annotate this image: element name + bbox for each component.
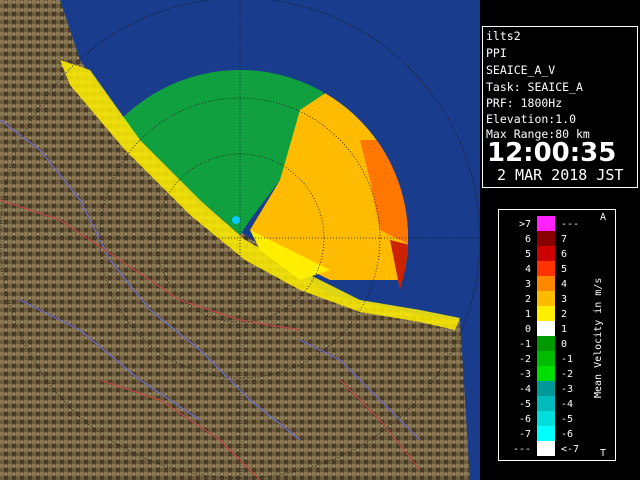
legend-left-label: -2 bbox=[519, 354, 531, 365]
legend-swatch bbox=[537, 336, 555, 351]
scan-time: 12:00:35 bbox=[487, 138, 617, 168]
legend-right-label: -5 bbox=[561, 414, 573, 425]
legend-right-label: 5 bbox=[561, 264, 567, 275]
legend-swatch bbox=[537, 291, 555, 306]
legend-left-label: 3 bbox=[525, 279, 531, 290]
legend-left-label: 1 bbox=[525, 309, 531, 320]
legend-right-label: 3 bbox=[561, 294, 567, 305]
task-name: Task: SEAICE_A bbox=[486, 80, 583, 94]
legend-right-label: -3 bbox=[561, 384, 573, 395]
legend-left-label: 5 bbox=[525, 249, 531, 260]
legend-swatch bbox=[537, 426, 555, 441]
legend-swatch bbox=[537, 381, 555, 396]
legend-left-label: -3 bbox=[519, 369, 531, 380]
legend-left-label: --- bbox=[513, 444, 531, 455]
legend-left-label: 6 bbox=[525, 234, 531, 245]
legend-swatch bbox=[537, 276, 555, 291]
legend-right-label: 0 bbox=[561, 339, 567, 350]
elevation-value: Elevation:1.0 bbox=[486, 112, 577, 126]
legend-right-label: --- bbox=[561, 219, 579, 230]
legend-swatch bbox=[537, 351, 555, 366]
legend-right-label: 7 bbox=[561, 234, 567, 245]
legend-left-label: -1 bbox=[519, 339, 531, 350]
legend-left-label: -7 bbox=[519, 429, 531, 440]
scan-name: SEAICE_A_V bbox=[486, 63, 556, 77]
legend-swatch bbox=[537, 366, 555, 381]
legend-swatch bbox=[537, 231, 555, 246]
legend-right-label: 2 bbox=[561, 309, 567, 320]
scan-date: 2 MAR 2018 JST bbox=[497, 166, 624, 184]
legend-right-label: 6 bbox=[561, 249, 567, 260]
legend-swatch bbox=[537, 261, 555, 276]
radar-site-marker bbox=[232, 216, 240, 224]
legend-left-label: 2 bbox=[525, 294, 531, 305]
legend-swatch bbox=[537, 216, 555, 231]
legend-swatch bbox=[537, 321, 555, 336]
site-name: ilts2 bbox=[486, 29, 521, 43]
legend-left-label: -6 bbox=[519, 414, 531, 425]
radar-view[interactable] bbox=[0, 0, 480, 480]
legend-top-mark: A bbox=[600, 212, 607, 223]
legend-left-label: 4 bbox=[525, 264, 531, 275]
legend-swatch bbox=[537, 441, 555, 456]
legend-right-label: -1 bbox=[561, 354, 573, 365]
legend-left-label: -5 bbox=[519, 399, 531, 410]
legend-title: Mean Velocity in m/s bbox=[593, 277, 604, 398]
legend-right-label: 4 bbox=[561, 279, 567, 290]
legend-swatch bbox=[537, 396, 555, 411]
legend-right-label: -2 bbox=[561, 369, 573, 380]
legend-left-label: 0 bbox=[525, 324, 531, 335]
legend-left-label: -4 bbox=[519, 384, 531, 395]
legend-left-label: >7 bbox=[519, 219, 531, 230]
legend-swatch bbox=[537, 306, 555, 321]
legend-right-label: 1 bbox=[561, 324, 567, 335]
legend-right-label: -6 bbox=[561, 429, 573, 440]
legend-right-label: <-7 bbox=[561, 444, 579, 455]
velocity-legend: >7 --- 6 7 5 6 4 5 3 4 2 3 1 2 0 1 -1 0 -2 -1 -3 -2 -4 -3 -5 -4 -6… bbox=[498, 209, 616, 461]
info-panel: ilts2 PPI SEAICE_A_V Task: SEAICE_A PRF:… bbox=[482, 26, 638, 188]
legend-right-label: -4 bbox=[561, 399, 573, 410]
legend-swatch bbox=[537, 411, 555, 426]
prf-value: PRF: 1800Hz bbox=[486, 96, 563, 110]
radar-map bbox=[0, 0, 480, 480]
legend-bottom-mark: T bbox=[600, 448, 607, 459]
legend-swatch bbox=[537, 246, 555, 261]
product-type: PPI bbox=[486, 46, 507, 60]
